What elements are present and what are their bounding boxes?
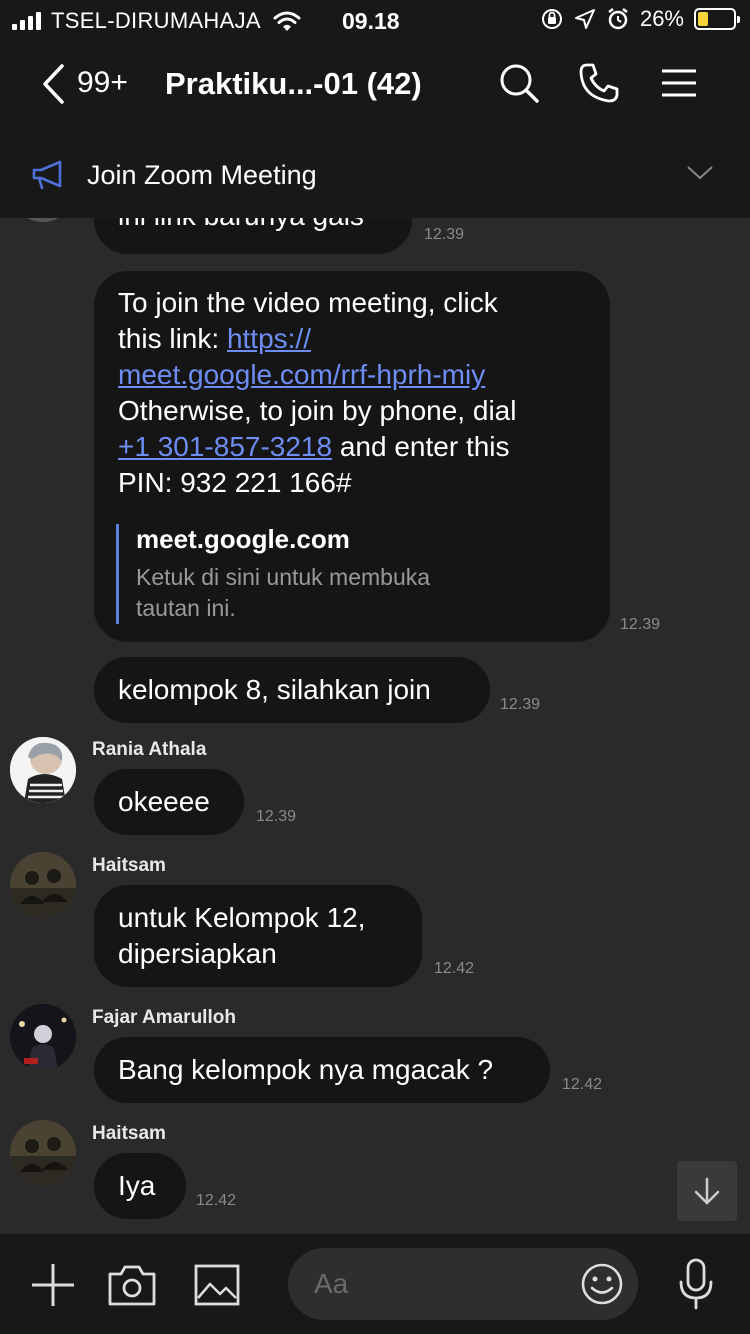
status-bar: TSEL-DIRUMAHAJA 09.18 26% (0, 0, 750, 40)
carrier-name: TSEL-DIRUMAHAJA (51, 8, 261, 33)
avatar[interactable] (10, 852, 76, 918)
battery-percent: 26% (639, 6, 684, 31)
message-text: To join the video meeting, click (118, 287, 498, 318)
menu-icon[interactable] (661, 68, 697, 98)
sender-name: Haitsam (92, 1123, 166, 1144)
phone-link[interactable]: +1 301-857-3218 (118, 431, 332, 462)
message-bubble[interactable]: To join the video meeting, click this li… (94, 271, 610, 642)
avatar-image (10, 852, 76, 918)
plus-icon[interactable] (30, 1262, 76, 1308)
scroll-to-bottom-button[interactable] (677, 1161, 737, 1221)
message-bubble[interactable]: Bang kelompok nya mgacak ? (94, 1037, 550, 1103)
sender-name: Haitsam (92, 855, 166, 876)
message-time: 12.39 (424, 226, 465, 243)
message-bubble[interactable]: untuk Kelompok 12, dipersiapkan (94, 885, 422, 987)
signal-icon (12, 12, 41, 30)
camera-icon[interactable] (108, 1264, 156, 1306)
message-text: dipersiapkan (118, 938, 277, 969)
message-bubble[interactable]: okeeee (94, 769, 244, 835)
message-time: 12.42 (562, 1076, 603, 1093)
message-bubble[interactable]: Iya (94, 1153, 186, 1219)
location-icon (574, 9, 595, 29)
search-icon[interactable] (498, 62, 540, 104)
avatar[interactable] (10, 1120, 76, 1186)
microphone-icon[interactable] (678, 1258, 714, 1310)
link-preview[interactable]: meet.google.com Ketuk di sini untuk memb… (116, 524, 586, 624)
battery-icon (694, 8, 740, 30)
image-icon[interactable] (194, 1264, 240, 1306)
message-bubble[interactable]: kelompok 8, silahkan join (94, 657, 490, 723)
meeting-link[interactable]: https:// (227, 323, 311, 354)
avatar-image (10, 1120, 76, 1186)
megaphone-icon (32, 160, 62, 190)
chat-header: 99+ Praktiku...-01 (42) (0, 40, 750, 132)
chevron-down-icon[interactable] (686, 164, 714, 182)
arrow-down-icon (694, 1177, 720, 1205)
unread-count[interactable]: 99+ (77, 66, 128, 100)
message-input[interactable] (314, 1264, 554, 1304)
message-time: 12.39 (500, 696, 541, 713)
avatar[interactable] (10, 737, 76, 803)
preview-description: Ketuk di sini untuk membuka tautan ini. (136, 564, 431, 621)
message-time: 12.42 (196, 1192, 237, 1209)
status-time: 09.18 (342, 8, 400, 34)
message-bubble[interactable]: ini link barunya gais (94, 218, 412, 254)
sender-name: Fajar Amarulloh (92, 1007, 236, 1028)
message-text: this link: https:// (118, 323, 311, 354)
phone-icon[interactable] (578, 62, 620, 104)
wifi-icon (273, 11, 301, 31)
announcement-text: Join Zoom Meeting (87, 160, 317, 190)
message-text: Otherwise, to join by phone, dial (118, 395, 517, 426)
back-icon[interactable] (40, 62, 66, 106)
message-time: 12.39 (620, 616, 661, 633)
avatar[interactable] (10, 218, 76, 222)
message-input-container[interactable] (288, 1248, 638, 1320)
message-list[interactable]: ini link barunya gais 12.39 To join the … (0, 218, 750, 1234)
message-time: 12.39 (256, 808, 297, 825)
message-text: untuk Kelompok 12, (118, 902, 366, 933)
preview-domain: meet.google.com (136, 524, 350, 554)
chat-title[interactable]: Praktiku...-01 (42) (165, 66, 422, 102)
message-text: Bang kelompok nya mgacak ? (118, 1054, 494, 1085)
orientation-lock-icon (541, 9, 562, 29)
emoji-icon[interactable] (580, 1262, 624, 1306)
meeting-link[interactable]: meet.google.com/rrf-hprh-miy (118, 359, 485, 390)
avatar-image (10, 737, 76, 803)
message-text: PIN: 932 221 166# (118, 467, 352, 498)
message-time: 12.42 (434, 960, 475, 977)
message-text: ini link barunya gais (118, 218, 364, 234)
message-text: +1 301-857-3218 and enter this (118, 431, 510, 462)
message-text: okeeee (118, 786, 210, 817)
sender-name: Rania Athala (92, 739, 207, 760)
alarm-icon (608, 8, 628, 30)
avatar-image (10, 1004, 76, 1070)
composer-bar (0, 1234, 750, 1334)
message-text: Iya (118, 1170, 156, 1201)
message-text: kelompok 8, silahkan join (118, 674, 431, 705)
announcement-bar[interactable]: Join Zoom Meeting (0, 132, 750, 218)
avatar[interactable] (10, 1004, 76, 1070)
